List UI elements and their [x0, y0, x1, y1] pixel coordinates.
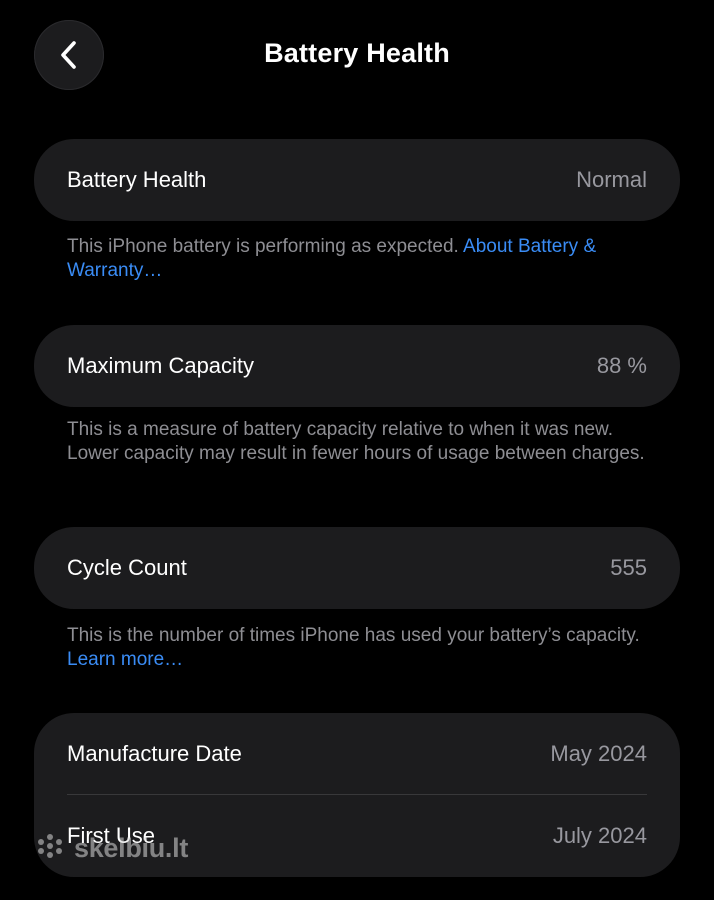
- cycle-count-row: Cycle Count 555: [34, 527, 680, 609]
- first-use-label: First Use: [67, 823, 155, 848]
- navigation-bar: Battery Health: [0, 0, 714, 112]
- battery-health-note: This iPhone battery is performing as exp…: [67, 236, 464, 257]
- manufacture-date-row: Manufacture Date May 2024: [34, 713, 680, 795]
- cycle-count-card: Cycle Count 555: [34, 527, 680, 609]
- battery-health-footnote: This iPhone battery is performing as exp…: [67, 235, 657, 282]
- cycle-count-footnote: This is the number of times iPhone has u…: [67, 624, 657, 671]
- battery-health-card: Battery Health Normal: [34, 139, 680, 221]
- first-use-row: First Use July 2024: [34, 795, 680, 877]
- manufacture-date-label: Manufacture Date: [67, 741, 242, 766]
- maximum-capacity-label: Maximum Capacity: [67, 353, 255, 378]
- learn-more-link[interactable]: Learn more…: [67, 649, 183, 670]
- battery-health-row: Battery Health Normal: [34, 139, 680, 221]
- dates-card: Manufacture Date May 2024 First Use July…: [34, 713, 680, 877]
- cycle-count-value: 555: [610, 555, 647, 580]
- manufacture-date-value: May 2024: [550, 741, 647, 766]
- maximum-capacity-footnote: This is a measure of battery capacity re…: [67, 419, 645, 464]
- battery-health-label: Battery Health: [67, 167, 207, 192]
- maximum-capacity-value: 88 %: [596, 353, 647, 378]
- page-title: Battery Health: [264, 38, 450, 68]
- first-use-value: July 2024: [552, 823, 647, 848]
- cycle-count-label: Cycle Count: [67, 555, 187, 580]
- maximum-capacity-row: Maximum Capacity 88 %: [34, 325, 680, 407]
- maximum-capacity-card: Maximum Capacity 88 %: [34, 325, 680, 407]
- cycle-count-note: This is the number of times iPhone has u…: [67, 625, 640, 646]
- battery-health-value: Normal: [576, 167, 647, 192]
